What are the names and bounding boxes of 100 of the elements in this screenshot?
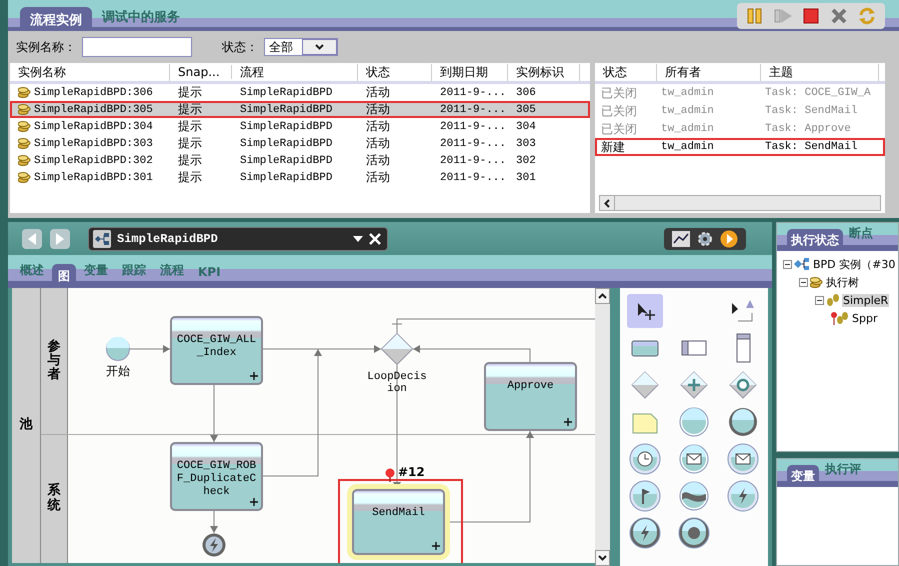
catch-tool[interactable]: [725, 442, 762, 476]
tree-item[interactable]: SimpleR: [842, 294, 890, 306]
table-row[interactable]: SimpleRapidBPD:303 提示 SimpleRapidBPD 活动 2011-9-... 303: [10, 135, 590, 152]
table-cell: SimpleRapidBPD:302: [34, 154, 153, 166]
coins-icon: [18, 121, 31, 132]
chevron-left-icon[interactable]: [604, 198, 610, 208]
table-cell: 2011-9-...: [440, 172, 506, 184]
back-button[interactable]: [22, 228, 42, 248]
terminate-shape-icon: [676, 516, 711, 550]
column-header[interactable]: 流程: [232, 64, 358, 80]
table-row[interactable]: SimpleRapidBPD:302 提示 SimpleRapidBPD 活动 2011-9-... 302: [10, 152, 590, 169]
flag-shape-icon: [628, 478, 662, 512]
lightning-end-event-icon[interactable]: [202, 533, 226, 557]
field-label: 实例名称：: [16, 38, 76, 56]
table-cell: Task: SendMail: [765, 141, 858, 153]
instance-name-field[interactable]: [82, 37, 192, 57]
table-cell: 301: [516, 172, 536, 184]
column-header[interactable]: 实例名称: [10, 64, 170, 80]
chart-icon[interactable]: [672, 230, 690, 246]
wave-shape-icon: [676, 478, 711, 512]
event-label: 开始: [105, 363, 131, 380]
table-row[interactable]: SimpleRapidBPD:306 提示 SimpleRapidBPD 活动 2011-9-... 306: [10, 84, 590, 101]
table-row[interactable]: SimpleRapidBPD:305 提示 SimpleRapidBPD 活动 2011-9-... 305: [10, 101, 590, 118]
breakpoint-footprints-icon: [831, 311, 849, 325]
lane-header: 参与者: [41, 288, 68, 434]
table-cell: SimpleRapidBPD: [240, 104, 332, 116]
gateway-label: LoopDecision: [366, 371, 428, 395]
forward-button[interactable]: [50, 228, 70, 248]
timer-shape-icon: [628, 442, 662, 476]
gateway-diamond[interactable]: [381, 333, 413, 365]
table-row[interactable]: SimpleRapidBPD:304 提示 SimpleRapidBPD 活动 2011-9-... 304: [10, 118, 590, 135]
tree-item[interactable]: BPD 实例（#30: [812, 256, 896, 272]
column-header[interactable]: Snap...: [170, 65, 232, 79]
table-cell: 2011-9-...: [440, 154, 506, 166]
plus-icon: [250, 372, 258, 380]
table-cell: 303: [516, 138, 536, 150]
table-cell: SimpleRapidBPD:306: [34, 86, 153, 98]
table-row[interactable]: 新建 tw_admin Task: SendMail: [595, 138, 885, 156]
table-cell: 已关闭: [601, 122, 637, 136]
table-cell: SimpleRapidBPD: [240, 138, 332, 150]
table-cell: 2011-9-...: [440, 86, 506, 98]
table-cell: 提示: [178, 135, 202, 152]
pool-header: 池: [12, 288, 41, 563]
play-icon[interactable]: [720, 230, 738, 248]
plus-icon: [432, 542, 440, 550]
timer-tool[interactable]: [626, 442, 663, 476]
table-cell: SimpleRapidBPD: [240, 172, 332, 184]
collapse-icon[interactable]: [815, 296, 824, 304]
close-button[interactable]: [829, 6, 849, 26]
stop-button[interactable]: [801, 6, 821, 26]
breakpoint-pin-icon: [385, 468, 395, 482]
column-header[interactable]: 主题: [761, 64, 879, 80]
table-cell: 已关闭: [601, 86, 637, 100]
gear-icon[interactable]: [696, 230, 714, 246]
connector-arrow: [210, 384, 218, 442]
column-header[interactable]: 到期日期: [432, 64, 508, 80]
process-icon: [93, 230, 111, 248]
chevron-down-icon[interactable]: [598, 555, 607, 561]
exception-tool[interactable]: [626, 516, 663, 550]
table-cell: Task: SendMail: [765, 105, 858, 117]
refresh-icon: [857, 6, 877, 26]
connector-arrow: [210, 510, 218, 534]
table-cell: 活动: [366, 118, 390, 135]
plus-icon: [564, 418, 572, 426]
table-row[interactable]: SimpleRapidBPD:301 提示 SimpleRapidBPD 活动 2011-9-... 301: [10, 169, 590, 186]
column-header[interactable]: 状态: [595, 64, 657, 80]
close-icon[interactable]: [369, 232, 381, 244]
collapse-icon[interactable]: [783, 260, 792, 268]
table-cell: tw_admin: [661, 123, 714, 135]
pointer-tool[interactable]: [626, 294, 663, 328]
task-label: SendMail: [371, 507, 426, 520]
table-cell: Task: COCE_GIW_A: [765, 87, 871, 99]
state-dropdown[interactable]: 全部: [264, 38, 338, 56]
table-cell: 提示: [178, 84, 202, 101]
coins-icon: [18, 87, 31, 98]
tree-item[interactable]: Sppr: [851, 312, 878, 324]
error-tool[interactable]: [725, 478, 762, 512]
start-event-circle[interactable]: [106, 337, 130, 361]
column-header[interactable]: 实例标识: [508, 64, 580, 80]
terminate-tool[interactable]: [676, 516, 712, 550]
collapse-icon[interactable]: [799, 278, 808, 286]
vertical-scrollbar[interactable]: [595, 288, 610, 566]
table-cell: 2011-9-...: [440, 104, 506, 116]
table-cell: 活动: [366, 169, 390, 186]
task-node[interactable]: COCE_GIW_ROBF_DuplicateCheck: [170, 442, 263, 511]
column-header[interactable]: 所有者: [657, 64, 761, 80]
table-cell: 已关闭: [601, 104, 637, 118]
chevron-up-icon[interactable]: [598, 293, 607, 299]
table-cell: 304: [516, 120, 536, 132]
flag-tool[interactable]: [626, 478, 663, 512]
task-label: COCE_GIW_ROBF_DuplicateCheck: [176, 460, 258, 499]
task-node[interactable]: COCE_GIW_ALL_Index: [170, 316, 263, 385]
horizontal-scrollbar[interactable]: [599, 195, 881, 211]
column-header[interactable]: 状态: [358, 64, 432, 80]
arrow-left-icon: [27, 232, 37, 244]
task-node[interactable]: Approve: [484, 362, 577, 431]
table-cell: 306: [516, 86, 536, 98]
tree-item[interactable]: 执行树: [825, 274, 860, 290]
dropdown-icon[interactable]: [353, 236, 363, 242]
editor-tab[interactable]: SimpleRapidBPD: [88, 226, 388, 250]
